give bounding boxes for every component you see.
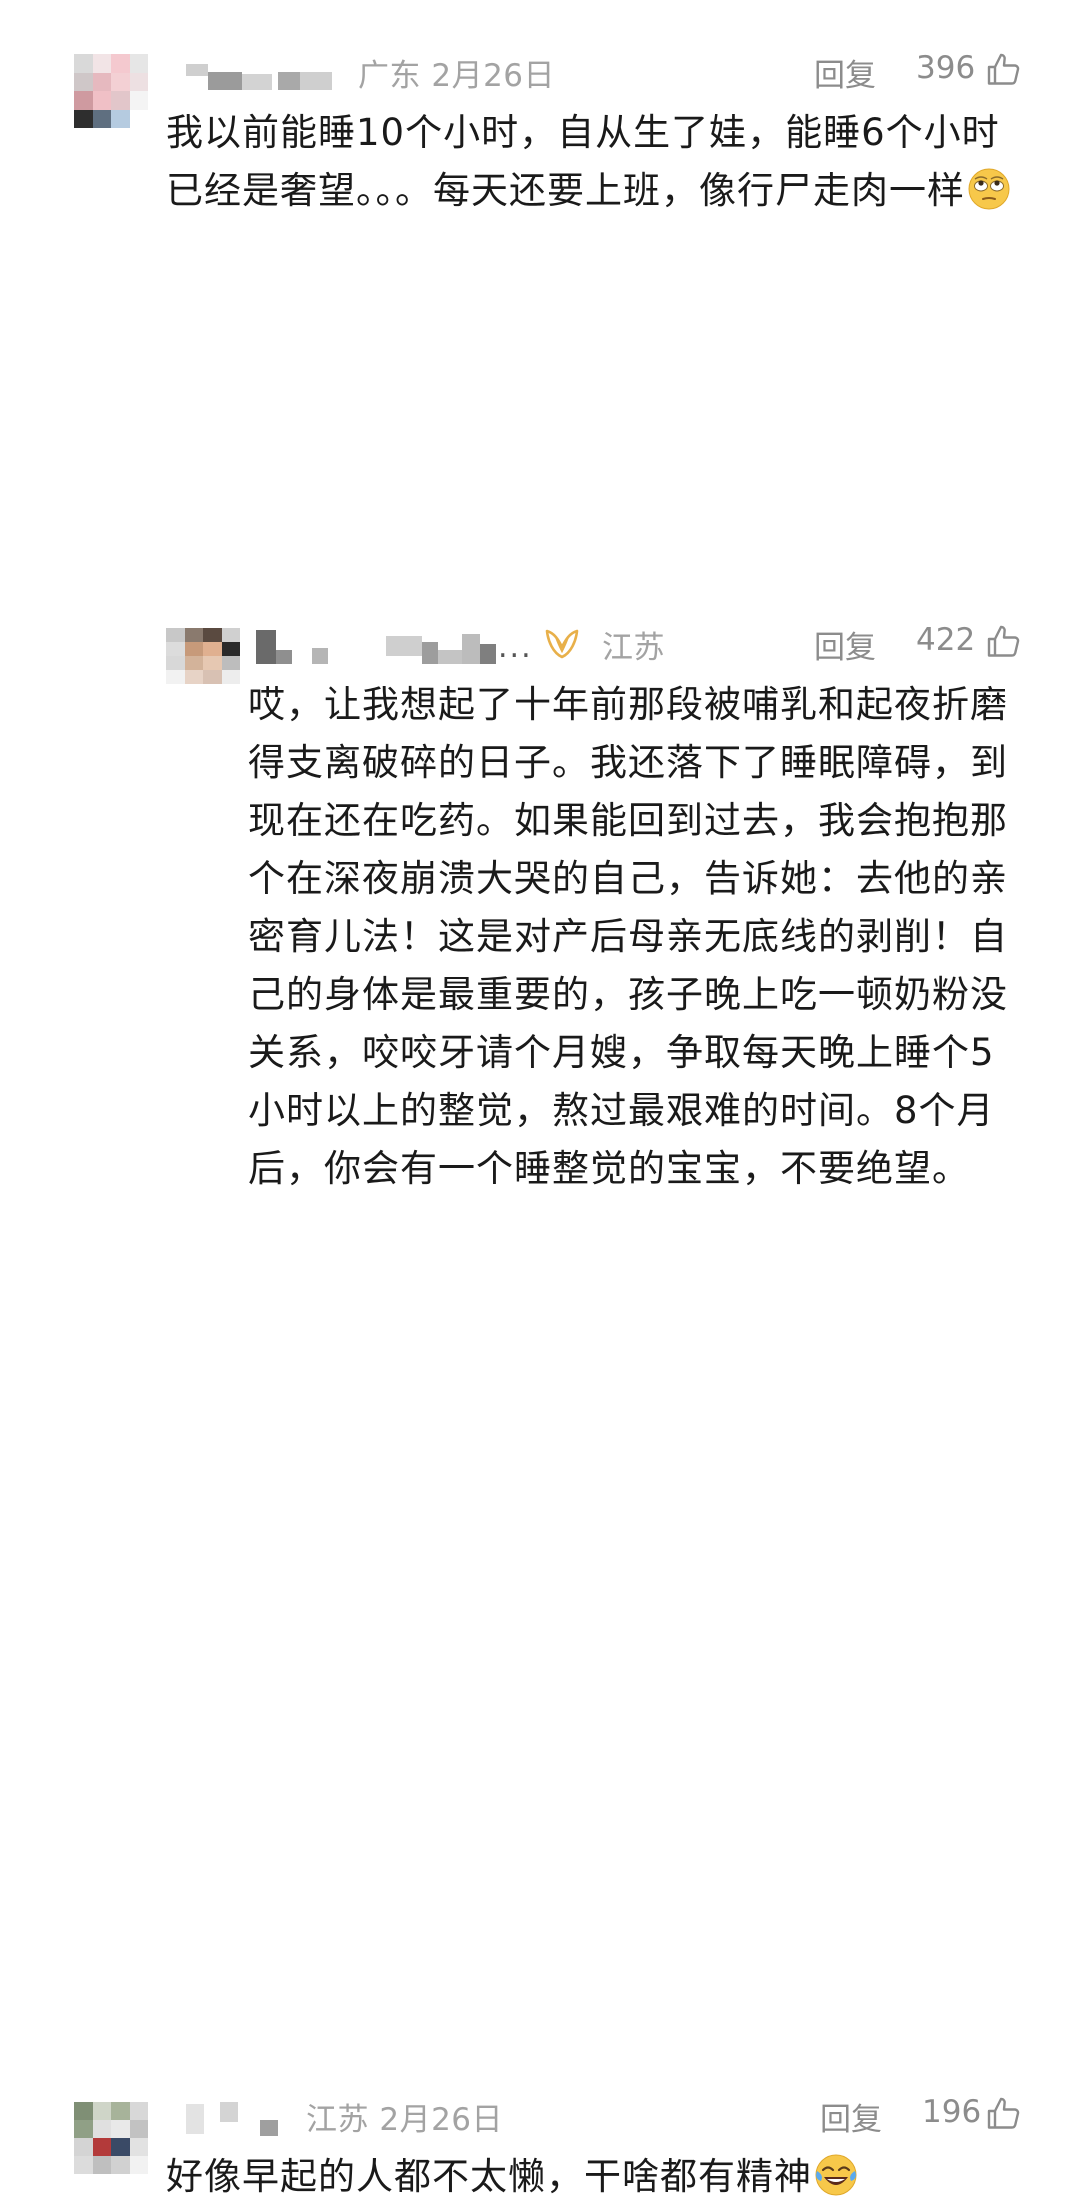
comment-text-content: 我以前能睡10个小时，自从生了娃，能睡6个小时已经是奢望。。。每天还要上班，像行… xyxy=(166,111,1000,212)
username-redacted[interactable] xyxy=(186,60,336,90)
username-ellipsis: ... xyxy=(498,630,533,665)
like-count: 196 xyxy=(922,2094,982,2130)
username-redacted[interactable] xyxy=(186,2100,296,2136)
avatar[interactable] xyxy=(74,54,148,128)
like-count: 396 xyxy=(916,50,976,86)
reply-button[interactable]: 回复 xyxy=(814,50,876,95)
location-date: 江苏 2月26日 xyxy=(306,2102,504,2138)
comment-text-content: 好像早起的人都不太懒，干啥都有精神 xyxy=(166,2155,812,2198)
location: 江苏 xyxy=(602,630,665,666)
rolling-eyes-emoji xyxy=(968,168,1010,210)
avatar[interactable] xyxy=(74,2102,148,2174)
comment-text: 好像早起的人都不太懒，干啥都有精神 xyxy=(166,2148,1016,2206)
username-redacted[interactable] xyxy=(256,630,506,666)
avatar[interactable] xyxy=(166,628,240,684)
thumbs-up-icon[interactable] xyxy=(986,52,1022,88)
location-date: 广东 2月26日 xyxy=(358,58,556,94)
thumbs-up-icon[interactable] xyxy=(986,624,1022,660)
member-badge-icon xyxy=(545,629,579,659)
comment-2: ... 江苏 回复 422 哎，让我想起了十年前那段被哺乳和起夜折磨得支离破碎的… xyxy=(0,300,1080,1190)
reply-button[interactable]: 回复 xyxy=(814,622,876,667)
reply-button[interactable]: 回复 xyxy=(820,2094,882,2139)
like-count: 422 xyxy=(916,622,976,658)
thumbs-up-icon[interactable] xyxy=(986,2096,1022,2132)
comment-3: 江苏 2月26日 回复 196 好像早起的人都不太懒，干啥都有精神 xyxy=(0,1040,1080,2198)
comment-text: 我以前能睡10个小时，自从生了娃，能睡6个小时已经是奢望。。。每天还要上班，像行… xyxy=(166,104,1016,220)
comment-1: 广东 2月26日 回复 396 我以前能睡10个小时，自从生了娃，能睡6个小时已… xyxy=(0,0,1080,290)
tears-of-joy-emoji xyxy=(815,2154,857,2196)
